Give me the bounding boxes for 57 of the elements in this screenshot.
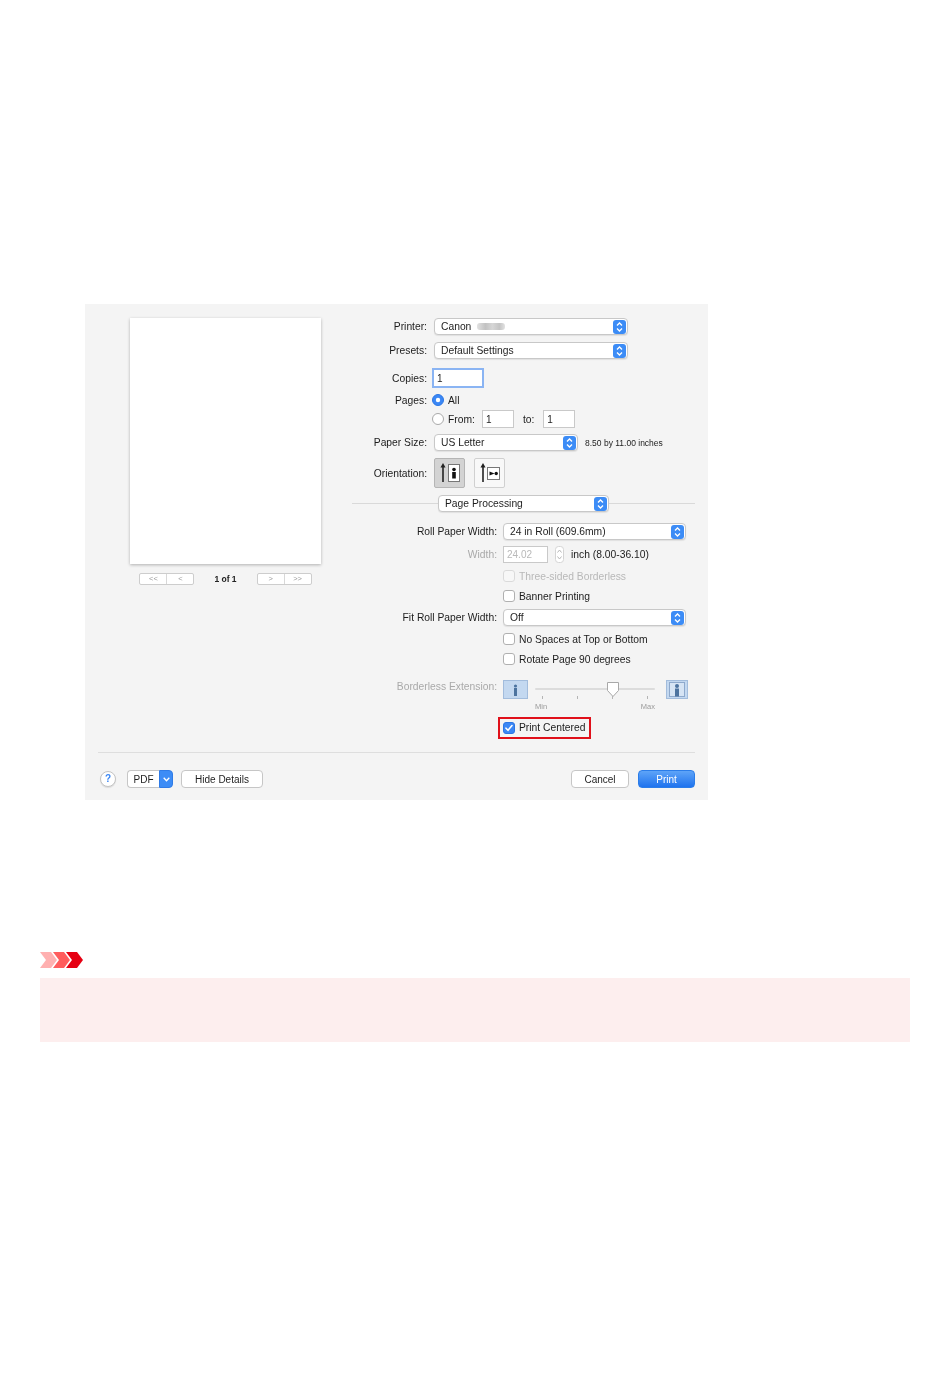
stepper-arrows-icon[interactable]: [555, 546, 564, 563]
to-label: to:: [522, 413, 535, 425]
figure-tile-icon: [666, 680, 688, 699]
copies-field[interactable]: 1: [432, 368, 484, 388]
stepper-arrows-icon: [563, 435, 576, 450]
paper-size-popup[interactable]: US Letter: [434, 434, 578, 451]
setting-label: Roll Paper Width:: [416, 526, 497, 537]
radio-label: All: [448, 394, 460, 406]
copies-label: Copies:: [392, 372, 427, 384]
pdf-button[interactable]: PDF: [127, 770, 159, 788]
portrait-orientation-icon: [439, 463, 460, 483]
stepper-arrows-icon: [613, 319, 626, 334]
setting-label: Width:: [467, 549, 497, 560]
checkbox[interactable]: [503, 590, 515, 602]
checkbox[interactable]: [503, 653, 515, 665]
cancel-button[interactable]: Cancel: [571, 770, 629, 788]
presets-label: Presets:: [389, 345, 427, 356]
setting-popup[interactable]: 24 in Roll (609.6mm): [503, 523, 686, 540]
orientation-button[interactable]: [474, 458, 505, 488]
section-popup[interactable]: Page Processing: [438, 495, 609, 512]
pages-label: Pages:: [394, 394, 427, 406]
stepper-arrows-icon: [671, 610, 684, 625]
radio-label: From:: [448, 413, 475, 425]
stepper-arrows-icon: [671, 524, 684, 539]
checkbox-label: No Spaces at Top or Bottom: [519, 633, 648, 645]
slider-track[interactable]: [535, 680, 655, 699]
paper-dimensions-text: 8.50 by 11.00 inches: [585, 437, 663, 448]
radio-button[interactable]: [432, 413, 444, 425]
stepper-arrows-icon: [594, 496, 607, 511]
checkbox-label: Three-sided Borderless: [519, 570, 627, 582]
checkbox[interactable]: [503, 633, 515, 645]
printer-label: Printer:: [393, 321, 427, 332]
chevron-down-icon: [162, 776, 170, 782]
orientation-button[interactable]: [434, 458, 465, 488]
landscape-orientation-icon: [479, 463, 500, 483]
checkbox-label: Banner Printing: [519, 590, 590, 602]
presets-popup[interactable]: Default Settings: [434, 342, 628, 359]
page-indicator: 1 of 1: [214, 574, 237, 584]
stepper-arrows-icon: [613, 343, 626, 358]
help-button[interactable]: ?: [100, 771, 116, 787]
setting-popup[interactable]: Off: [503, 609, 686, 626]
orientation-label: Orientation:: [373, 467, 427, 479]
to-page-field[interactable]: 1: [543, 410, 576, 428]
radio-button[interactable]: [432, 394, 444, 406]
setting-label: Borderless Extension:: [396, 680, 497, 692]
pdf-menu-button[interactable]: [159, 770, 173, 788]
checkbox[interactable]: [503, 721, 515, 734]
triple-chevron-icon: [40, 952, 84, 968]
unit-text: inch (8.00-36.10): [571, 549, 649, 560]
paper-size-label: Paper Size:: [373, 437, 427, 448]
checkbox-label: Rotate Page 90 degrees: [519, 653, 631, 665]
checkbox-label: Print Centered: [519, 722, 586, 733]
printer-popup[interactable]: Canon: [434, 318, 628, 335]
from-page-field[interactable]: 1: [481, 410, 514, 428]
setting-label: Fit Roll Paper Width:: [402, 612, 497, 623]
figure-tile-icon: [503, 680, 528, 699]
hide-details-button[interactable]: Hide Details: [181, 770, 263, 788]
